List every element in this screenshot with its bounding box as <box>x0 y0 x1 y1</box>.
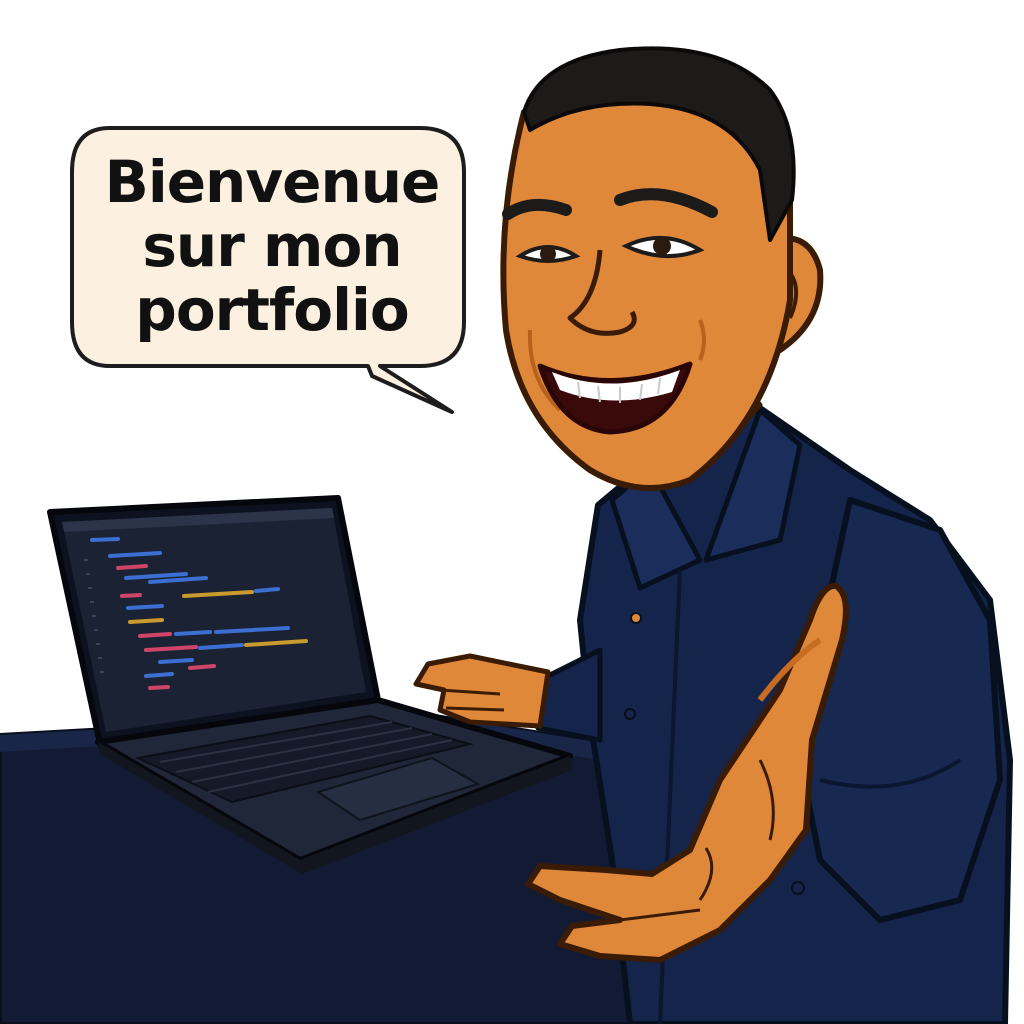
speech-bubble-text: Bienvenue sur mon portfolio <box>88 150 456 342</box>
speech-line-1: Bienvenue <box>104 148 441 216</box>
speech-line-2: sur mon <box>142 212 402 280</box>
speech-line-3: portfolio <box>135 276 409 344</box>
portfolio-welcome-scene: Bienvenue sur mon portfolio <box>0 0 1024 1024</box>
